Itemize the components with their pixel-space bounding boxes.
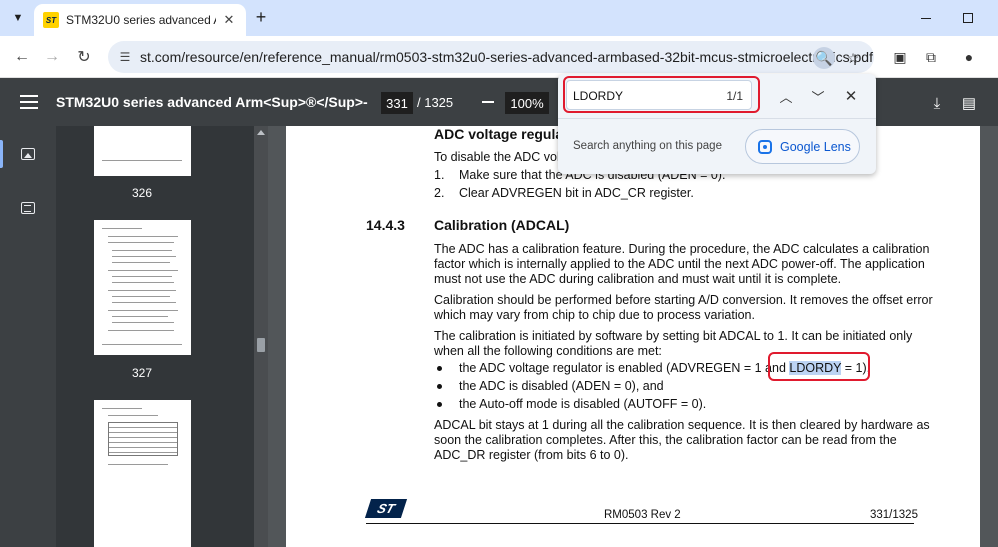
tab-search-button[interactable]: ▼	[6, 7, 30, 29]
step-text: Clear ADVREGEN bit in ADC_CR register.	[459, 186, 694, 200]
thumbnail-panel: 326 327	[56, 126, 268, 547]
thumbnails-view-button[interactable]	[0, 136, 46, 172]
close-icon: ✕	[223, 12, 235, 27]
browser-toolbar: ← → ↻ ☰ st.com/resource/en/reference_man…	[0, 36, 998, 78]
thumbnail-label: 326	[131, 186, 153, 200]
tab-strip: ▼ ST STM32U0 series advanced Arm ✕ +	[0, 0, 998, 36]
url-text[interactable]: st.com/resource/en/reference_manual/rm05…	[140, 49, 873, 65]
pdf-page: ADC voltage regulat To disable the ADC v…	[286, 126, 980, 547]
tab-close-button[interactable]: ✕	[220, 11, 238, 29]
print-icon[interactable]: ▤	[958, 92, 980, 114]
find-input-annotation-box	[563, 76, 760, 113]
minus-icon	[482, 101, 494, 103]
maximize-icon	[963, 13, 973, 23]
bookmark-star-icon[interactable]: ☆	[842, 47, 864, 69]
document-title: STM32U0 series advanced Arm<Sup>®</Sup>-…	[56, 94, 368, 110]
arrow-right-icon: →	[44, 48, 60, 65]
paragraph-line: Calibration should be performed before s…	[434, 293, 933, 307]
chevron-down-icon: ﹀	[811, 89, 825, 105]
document-viewport: ADC voltage regulat To disable the ADC v…	[268, 126, 998, 547]
list-icon	[21, 202, 35, 214]
paragraph-line: ADCAL bit stays at 1 during all the cali…	[434, 418, 930, 432]
extension-puzzle-icon[interactable]: ▣	[889, 46, 911, 68]
footer-page-number: 331/1325	[870, 509, 918, 521]
zoom-out-button[interactable]	[478, 92, 498, 112]
google-lens-label: Google Lens	[780, 139, 851, 154]
sidebar-rail	[0, 126, 56, 547]
arrow-left-icon: ←	[14, 48, 30, 65]
paragraph-line: must not use the ADC during calibration …	[434, 272, 842, 286]
reload-button[interactable]: ↻	[72, 45, 96, 69]
image-icon	[21, 148, 35, 160]
footer-rule	[366, 523, 914, 524]
paragraph-line: ADC_DR register (from bits 6 to 0).	[434, 448, 629, 462]
find-in-page-icon[interactable]: 🔍	[813, 47, 835, 69]
find-previous-button[interactable]: ︿	[774, 84, 798, 108]
prev-section-line: To disable the ADC volt	[434, 150, 564, 164]
thumbnail-page-327[interactable]	[94, 220, 191, 355]
download-icon[interactable]: ⤓	[926, 92, 948, 114]
thumbnail-page-328[interactable]	[94, 400, 191, 547]
chevron-up-icon: ︿	[779, 89, 793, 105]
thumbnail-label: 327	[131, 366, 153, 380]
st-logo: ST	[364, 499, 408, 518]
paragraph-line: which may vary from chip to chip due to …	[434, 308, 755, 322]
maximize-button[interactable]	[958, 8, 978, 28]
site-info-icon[interactable]: ☰	[116, 48, 134, 66]
bullet	[437, 366, 442, 371]
minimize-icon	[921, 17, 931, 19]
bullet	[437, 402, 442, 407]
footer-doc-rev: RM0503 Rev 2	[604, 509, 681, 521]
zoom-input[interactable]: 100%	[505, 92, 549, 114]
google-lens-button[interactable]: Google Lens	[745, 129, 860, 164]
bullet-item: the ADC is disabled (ADEN = 0), and	[459, 379, 664, 393]
bullet	[437, 384, 442, 389]
bullet-text: the ADC voltage regulator is enabled (AD…	[459, 361, 790, 375]
active-tab[interactable]: ST STM32U0 series advanced Arm ✕	[34, 4, 246, 36]
bullet-item: the Auto-off mode is disabled (AUTOFF = …	[459, 397, 707, 411]
reload-icon: ↻	[77, 49, 91, 66]
page-number-input[interactable]: 331	[381, 92, 413, 114]
prev-section-heading: ADC voltage regulat	[434, 126, 568, 142]
address-bar[interactable]: ☰ st.com/resource/en/reference_manual/rm…	[108, 41, 874, 73]
scroll-up-icon[interactable]	[257, 130, 265, 135]
thumbnail-page-326[interactable]	[94, 126, 191, 176]
lens-icon	[758, 139, 772, 154]
new-tab-button[interactable]: +	[250, 6, 272, 28]
profile-avatar-icon[interactable]: ●	[958, 46, 980, 68]
paragraph-line: The calibration is initiated by software…	[434, 329, 913, 343]
find-divider	[558, 118, 876, 119]
scrollbar-thumb[interactable]	[257, 338, 265, 352]
close-icon: ✕	[844, 88, 858, 105]
forward-button[interactable]: →	[40, 45, 64, 69]
paragraph-line: soon the calibration completes. After th…	[434, 433, 897, 447]
paragraph-line: when all the following conditions are me…	[434, 344, 662, 358]
step-number: 1.	[434, 168, 445, 182]
extensions-icon[interactable]: ⧉	[920, 46, 942, 68]
paragraph-line: factor which is internally applied to th…	[434, 257, 925, 271]
paragraph-line: The ADC has a calibration feature. Durin…	[434, 242, 930, 256]
chevron-down-icon: ▼	[12, 12, 24, 24]
page-total: / 1325	[417, 95, 454, 110]
match-annotation-box	[768, 352, 870, 381]
section-title: Calibration (ADCAL)	[434, 217, 570, 233]
find-close-button[interactable]: ✕	[839, 84, 863, 108]
tab-title: STM32U0 series advanced Arm	[66, 13, 216, 27]
outline-view-button[interactable]	[10, 190, 46, 226]
back-button[interactable]: ←	[10, 45, 34, 69]
step-number: 2.	[434, 186, 445, 200]
st-favicon-icon: ST	[43, 12, 59, 28]
thumbnail-scrollbar[interactable]	[254, 126, 268, 547]
minimize-button[interactable]	[916, 8, 936, 28]
menu-icon[interactable]	[18, 92, 40, 112]
find-hint: Search anything on this page	[573, 140, 722, 152]
section-number: 14.4.3	[366, 217, 405, 233]
find-next-button[interactable]: ﹀	[806, 84, 830, 108]
